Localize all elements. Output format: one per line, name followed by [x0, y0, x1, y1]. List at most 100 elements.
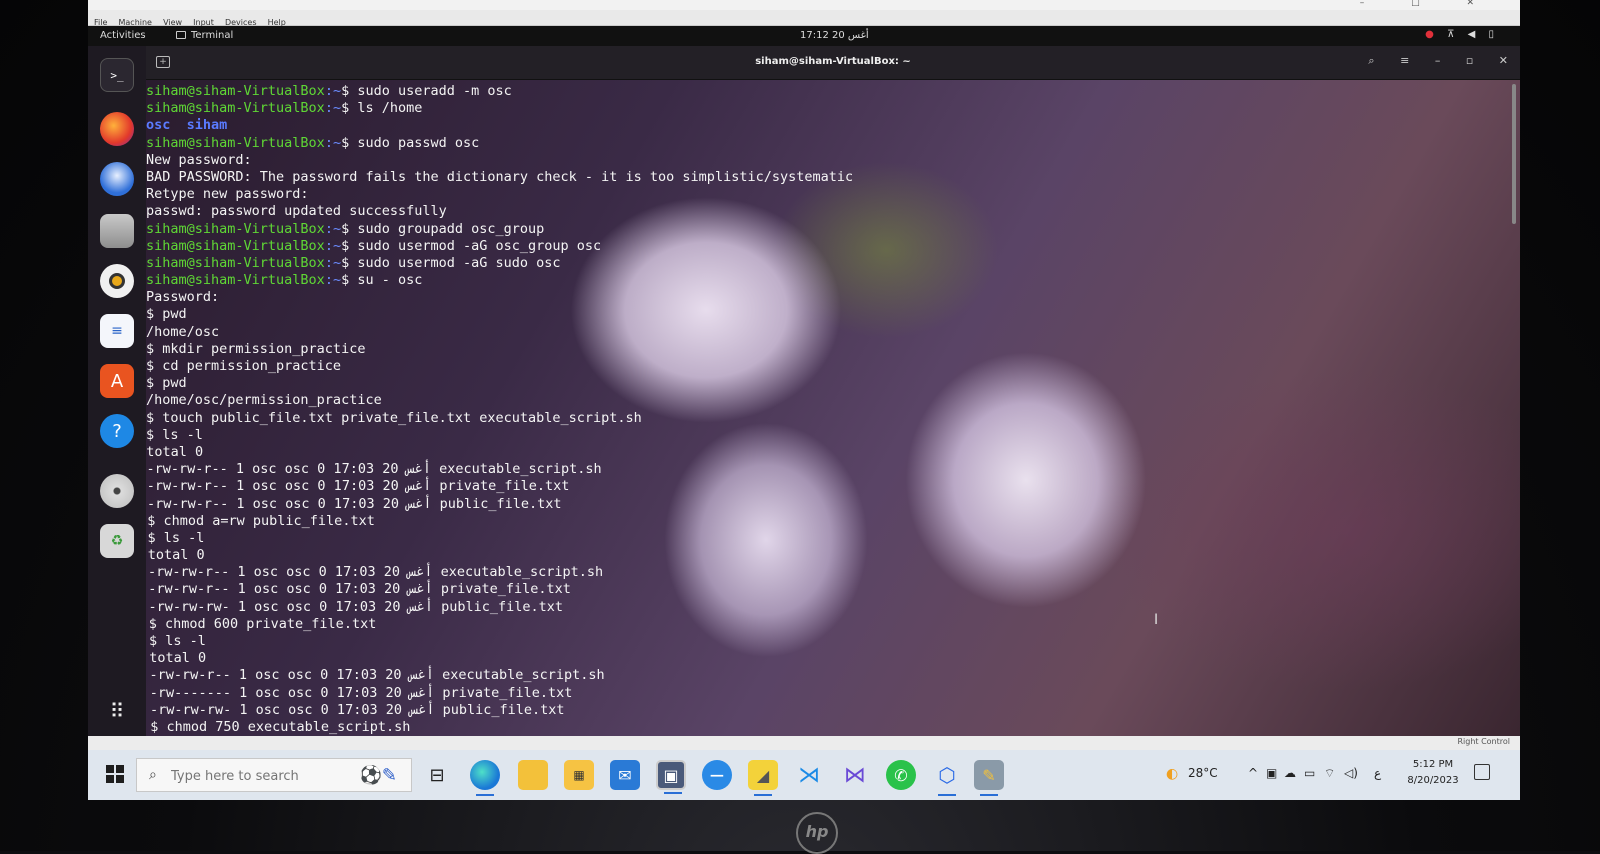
search-icon[interactable]: ⌕: [1368, 54, 1374, 67]
clock-date: 8/20/2023: [1407, 775, 1459, 786]
speaker-icon[interactable]: ◁): [1344, 766, 1358, 780]
terminal-line: /home/osc/permission_practice: [146, 392, 853, 409]
weather-icon[interactable]: ◐: [1166, 766, 1178, 782]
weather-temp[interactable]: 28°C: [1188, 766, 1218, 780]
activities-button[interactable]: Activities: [100, 30, 146, 41]
minimize-icon[interactable]: –: [1435, 54, 1441, 67]
notification-icon[interactable]: [1474, 764, 1490, 780]
hp-logo: hp: [796, 812, 838, 854]
task-view-icon[interactable]: ⊟: [422, 760, 452, 790]
terminal-line: -rw-rw-r-- 1 osc osc 0 17:03 20 أغس priv…: [148, 581, 853, 598]
virtualbox-menu-bar: File Machine View Input Devices Help: [88, 10, 1520, 27]
files-icon[interactable]: [100, 214, 134, 248]
output-text: total 0: [149, 650, 207, 667]
mail-icon[interactable]: ✉: [610, 760, 640, 790]
command-text: ls /home: [357, 100, 423, 117]
terminal-line: $ chmod 600 private_file.txt: [149, 616, 853, 633]
ubuntu-dock: >_ ≡ A ? ♻ ⠿: [88, 46, 146, 736]
output-text: Retype new password:: [146, 186, 309, 203]
output-text: -rw-rw-rw- 1 osc osc 0 17:03 20 أغس publ…: [150, 701, 565, 718]
terminal-line: $ touch public_file.txt private_file.txt…: [146, 410, 853, 427]
terminal-scrollbar[interactable]: [1512, 84, 1516, 224]
command-text: sudo useradd -m osc: [357, 83, 512, 99]
search-input[interactable]: [171, 766, 321, 786]
window-controls[interactable]: – □ ✕: [1360, 0, 1496, 8]
output-text: -rw-rw-r-- 1 osc osc 0 17:03 20 أغس publ…: [147, 495, 562, 512]
terminal-lines: siham@siham-VirtualBox:~$ sudo useradd -…: [146, 83, 853, 736]
host-key-label: Right Control: [1457, 737, 1510, 746]
close-icon[interactable]: ✕: [1499, 54, 1508, 67]
virtualbox-title-bar: – □ ✕: [88, 0, 1520, 10]
file-explorer-icon[interactable]: [518, 760, 548, 790]
terminal-icon[interactable]: >_: [100, 58, 134, 92]
terminal-line: -rw-rw-r-- 1 osc osc 0 17:03 20 أغس publ…: [147, 496, 853, 513]
edge-icon[interactable]: [470, 760, 500, 796]
taskbar-search[interactable]: ⌕ ⚽✎: [136, 758, 412, 792]
trash-icon[interactable]: ♻: [100, 524, 134, 558]
onedrive-icon[interactable]: ☁: [1284, 766, 1296, 780]
vscode-icon[interactable]: ⋊: [794, 760, 824, 790]
terminal-output[interactable]: siham@siham-VirtualBox:~$ sudo useradd -…: [146, 80, 1520, 736]
system-menu[interactable]: ● ⊼ ◀ ▯: [1415, 29, 1494, 40]
monitor-bezel: – □ ✕ File Machine View Input Devices He…: [0, 0, 1600, 854]
help-icon[interactable]: ?: [100, 414, 134, 448]
terminal-line: Retype new password:: [146, 186, 853, 203]
visual-studio-icon[interactable]: ⋈: [840, 760, 870, 790]
hamburger-menu-icon[interactable]: ≡: [1400, 54, 1409, 67]
firefox-icon[interactable]: [100, 112, 134, 146]
store-icon[interactable]: ▦: [564, 760, 594, 790]
output-text: $ cd permission_practice: [146, 358, 342, 374]
app-menu[interactable]: Terminal: [176, 30, 233, 41]
output-text: total 0: [147, 547, 205, 564]
cube-app-icon[interactable]: ⬡: [932, 760, 962, 796]
input-language[interactable]: ع: [1374, 766, 1381, 780]
terminal-line: $ pwd: [146, 306, 853, 323]
terminal-line: $ chmod a=rw public_file.txt: [147, 513, 853, 530]
thunderbird-icon[interactable]: [100, 162, 134, 196]
terminal-line: Password:: [146, 289, 853, 306]
top-bar-clock[interactable]: 17:12 أغس 20: [800, 30, 869, 41]
command-text: su - osc: [357, 272, 423, 289]
writer-icon[interactable]: ≡: [100, 314, 134, 348]
output-text: passwd: password updated successfully: [146, 203, 447, 220]
tray-app-icon[interactable]: ▣: [1266, 766, 1277, 780]
paint-app-icon[interactable]: ✎: [974, 760, 1004, 796]
terminal-line: /home/osc: [146, 324, 853, 341]
rhythmbox-icon[interactable]: [100, 264, 134, 298]
terminal-line: siham@siham-VirtualBox:~$ su - osc: [146, 272, 423, 289]
command-text: sudo usermod -aG sudo osc: [357, 254, 561, 271]
taskbar-clock[interactable]: 5:12 PM 8/20/2023: [1398, 757, 1468, 789]
maximize-icon[interactable]: ▫: [1466, 54, 1473, 67]
prompt-user: siham@siham-VirtualBox: [146, 83, 325, 99]
output-text: -rw-rw-r-- 1 osc osc 0 17:03 20 أغس exec…: [146, 461, 602, 478]
software-icon[interactable]: A: [100, 364, 134, 398]
terminal-line: $ chmod 750 executable_script.sh: [150, 719, 853, 736]
prompt-path: :~: [324, 134, 342, 151]
windows-start-button[interactable]: [106, 765, 124, 783]
terminal-line: New password:: [146, 152, 853, 169]
output-text: BAD PASSWORD: The password fails the dic…: [146, 168, 854, 185]
terminal-line: $ ls -l: [148, 530, 854, 547]
disc-icon[interactable]: [100, 474, 134, 508]
screen: – □ ✕ File Machine View Input Devices He…: [88, 0, 1520, 800]
virtualbox-icon[interactable]: ▣: [656, 760, 686, 794]
sticky-notes-icon[interactable]: ◢: [748, 760, 778, 796]
terminal-line: total 0: [146, 444, 853, 461]
battery-icon[interactable]: ▭: [1304, 766, 1315, 780]
output-text: $ ls -l: [147, 529, 205, 546]
terminal-icon: [176, 31, 186, 39]
wifi-icon[interactable]: ⌔: [1324, 766, 1335, 781]
output-text: $ pwd: [146, 306, 187, 323]
prompt-user: siham@siham-VirtualBox: [146, 254, 325, 271]
network-icon: ⊼: [1447, 29, 1455, 40]
windows-taskbar: ⌕ ⚽✎ ⊟ ▦ ✉ ▣ − ◢ ⋊ ⋈ ✆ ⬡ ✎ ◐ 28°C ^ ▣ ☁: [88, 750, 1520, 800]
app-grid-icon[interactable]: ⠿: [100, 694, 134, 728]
terminal-line: siham@siham-VirtualBox:~$ sudo useradd -…: [146, 83, 512, 99]
output-text: $ mkdir permission_practice: [146, 340, 366, 357]
record-icon: ●: [1425, 29, 1434, 40]
chevron-up-icon[interactable]: ^: [1248, 766, 1258, 780]
whatsapp-icon[interactable]: ✆: [886, 760, 916, 790]
minus-app-icon[interactable]: −: [702, 760, 732, 790]
terminal-header-bar: + siham@siham-VirtualBox: ~ ⌕ ≡ – ▫ ✕: [146, 46, 1520, 80]
terminal-line: -rw------- 1 osc osc 0 17:03 20 أغس priv…: [150, 685, 853, 702]
